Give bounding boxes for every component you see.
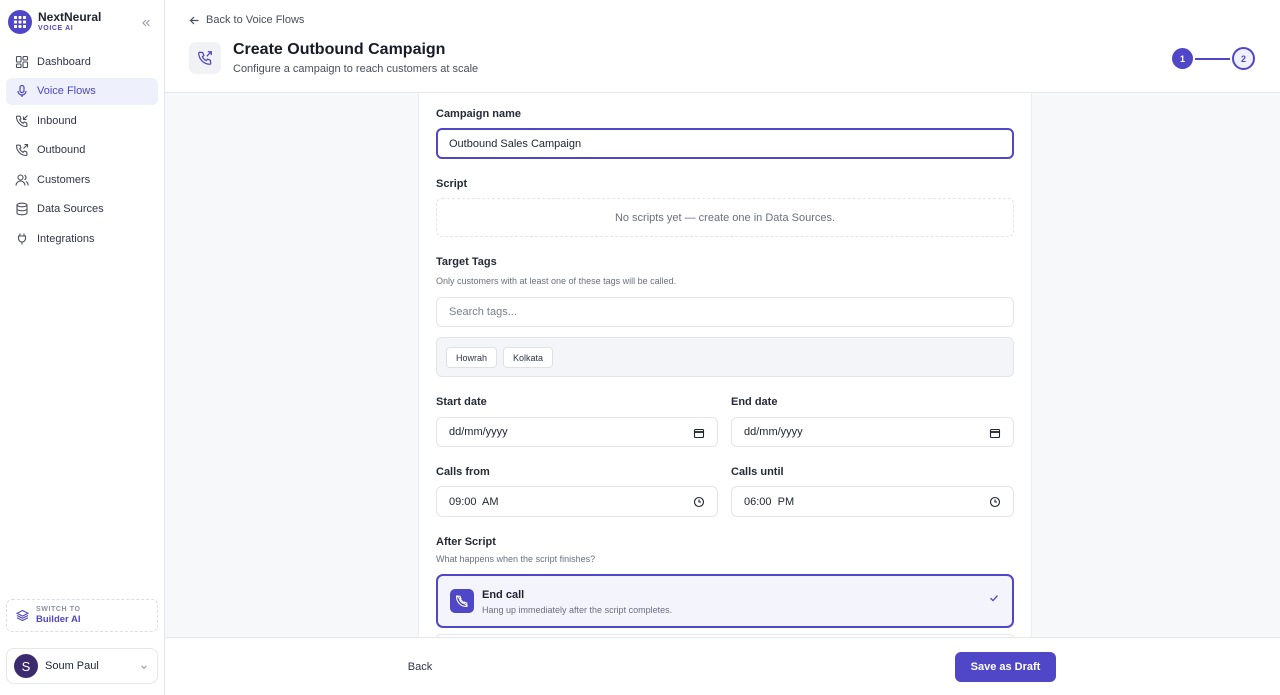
chevron-down-icon xyxy=(141,665,147,670)
calendar-icon[interactable] xyxy=(693,427,705,439)
calls-until-label: Calls until xyxy=(731,466,784,478)
sidebar-item-customers[interactable]: Customers xyxy=(6,166,158,193)
tag-list: Howrah Kolkata xyxy=(436,337,1014,377)
start-date-label: Start date xyxy=(436,396,487,408)
script-label: Script xyxy=(436,178,468,190)
save-as-draft-button[interactable]: Save as Draft xyxy=(955,652,1056,682)
target-tags-label: Target Tags xyxy=(436,256,497,268)
calendar-icon[interactable] xyxy=(989,427,1001,439)
step-connector xyxy=(1195,57,1230,60)
grid-logo-icon xyxy=(8,10,32,34)
campaign-name-label: Campaign name xyxy=(436,108,521,120)
user-menu[interactable]: S Soum Paul xyxy=(6,648,158,684)
sidebar-item-dashboard[interactable]: Dashboard xyxy=(6,48,158,75)
user-name: Soum Paul xyxy=(45,660,99,672)
back-to-voice-flows-link[interactable]: Back to Voice Flows xyxy=(189,14,304,26)
sidebar: NextNeural VOICE AI Dashboard Voice Flow… xyxy=(0,0,165,695)
sidebar-item-outbound[interactable]: Outbound xyxy=(6,137,158,164)
tag-chip[interactable]: Kolkata xyxy=(503,347,554,368)
campaign-name-field[interactable] xyxy=(436,128,1014,159)
back-link-label: Back to Voice Flows xyxy=(206,14,305,26)
calls-from-label: Calls from xyxy=(436,466,490,478)
avatar: S xyxy=(14,654,38,678)
database-icon xyxy=(16,203,28,216)
arrow-left-icon xyxy=(189,16,199,24)
sidebar-item-label: Voice Flows xyxy=(37,85,96,98)
option-title: End call xyxy=(482,589,525,601)
sidebar-item-voice-flows[interactable]: Voice Flows xyxy=(6,77,158,105)
target-tags-hint: Only customers with at least one of thes… xyxy=(436,276,677,286)
sidebar-nav: Dashboard Voice Flows Inbound Outbound C… xyxy=(6,48,158,255)
collapse-sidebar-icon[interactable] xyxy=(140,16,152,28)
sidebar-item-integrations[interactable]: Integrations xyxy=(6,226,158,253)
end-date-value: dd/mm/yyyy xyxy=(744,426,803,438)
brand-name: NextNeural xyxy=(38,9,102,24)
brand[interactable]: NextNeural VOICE AI xyxy=(8,10,101,34)
sidebar-item-label: Outbound xyxy=(37,144,86,157)
layers-icon xyxy=(16,609,29,622)
tag-search-input[interactable] xyxy=(449,306,1013,318)
end-date-field[interactable]: dd/mm/yyyy xyxy=(731,417,1014,447)
microphone-icon xyxy=(17,84,27,98)
back-button[interactable]: Back xyxy=(392,652,448,682)
calls-until-value: 06:00 PM xyxy=(744,495,795,508)
sidebar-item-label: Data Sources xyxy=(37,203,104,216)
page-title: Create Outbound Campaign xyxy=(233,41,446,58)
start-date-value: dd/mm/yyyy xyxy=(449,426,508,438)
after-script-option-end-call[interactable]: End call Hang up immediately after the s… xyxy=(436,574,1014,628)
phone-outgoing-icon xyxy=(189,42,221,74)
users-icon xyxy=(15,174,29,186)
sidebar-item-data-sources[interactable]: Data Sources xyxy=(6,196,158,223)
after-script-label: After Script xyxy=(436,536,496,548)
checkmark-icon xyxy=(990,595,998,602)
phone-outgoing-icon xyxy=(15,144,29,157)
scripts-empty-state: No scripts yet — create one in Data Sour… xyxy=(436,198,1014,237)
calls-from-field[interactable]: 09:00 AM xyxy=(436,486,718,517)
switch-caption: SWITCH TO xyxy=(36,606,81,613)
step-1[interactable]: 1 xyxy=(1172,48,1193,69)
calls-until-field[interactable]: 06:00 PM xyxy=(731,486,1014,517)
phone-incoming-icon xyxy=(15,114,28,127)
after-script-hint: What happens when the script finishes? xyxy=(436,554,596,564)
sidebar-item-label: Dashboard xyxy=(37,55,91,68)
brand-subtitle: VOICE AI xyxy=(38,24,74,32)
clock-icon[interactable] xyxy=(989,496,1001,508)
campaign-name-input[interactable] xyxy=(449,137,1012,150)
option-description: Hang up immediately after the script com… xyxy=(482,605,673,615)
switch-to-builder-button[interactable]: SWITCH TO Builder AI xyxy=(6,599,158,632)
sidebar-item-label: Integrations xyxy=(37,233,95,246)
phone-hangup-icon xyxy=(450,589,474,613)
start-date-field[interactable]: dd/mm/yyyy xyxy=(436,417,718,447)
calls-from-value: 09:00 AM xyxy=(449,495,499,508)
plug-icon xyxy=(17,233,27,245)
dashboard-icon xyxy=(15,55,29,68)
switch-target: Builder AI xyxy=(36,614,81,625)
page-subtitle: Configure a campaign to reach customers … xyxy=(233,63,479,75)
step-2[interactable]: 2 xyxy=(1232,47,1255,70)
stepper: 1 2 xyxy=(1172,47,1255,70)
sidebar-item-inbound[interactable]: Inbound xyxy=(6,107,158,134)
footer-bar xyxy=(165,637,1280,695)
clock-icon[interactable] xyxy=(693,496,705,508)
tag-search-field[interactable] xyxy=(436,297,1014,327)
sidebar-item-label: Customers xyxy=(37,173,91,186)
end-date-label: End date xyxy=(731,396,778,408)
sidebar-item-label: Inbound xyxy=(37,114,77,127)
tag-chip[interactable]: Howrah xyxy=(446,347,498,368)
